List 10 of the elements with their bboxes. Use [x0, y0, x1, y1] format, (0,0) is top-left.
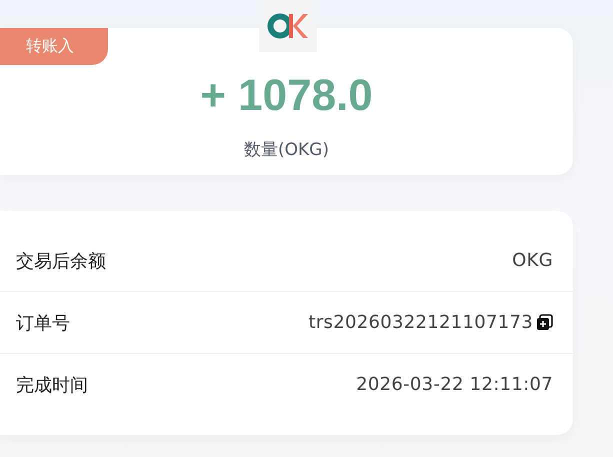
copy-icon[interactable]: [536, 314, 553, 331]
detail-label: 订单号: [16, 312, 70, 334]
amount: + 1078.0: [200, 70, 373, 122]
detail-label: 交易后余额: [16, 250, 106, 272]
detail-value: OKG: [512, 250, 553, 271]
transfer-in-badge: 转账入: [0, 28, 108, 65]
detail-label: 完成时间: [16, 374, 88, 396]
detail-value: 2026-03-22 12:11:07: [356, 374, 553, 395]
quantity-label: 数量(OKG): [244, 139, 329, 161]
detail-value: trs20260322121107173: [308, 312, 533, 333]
